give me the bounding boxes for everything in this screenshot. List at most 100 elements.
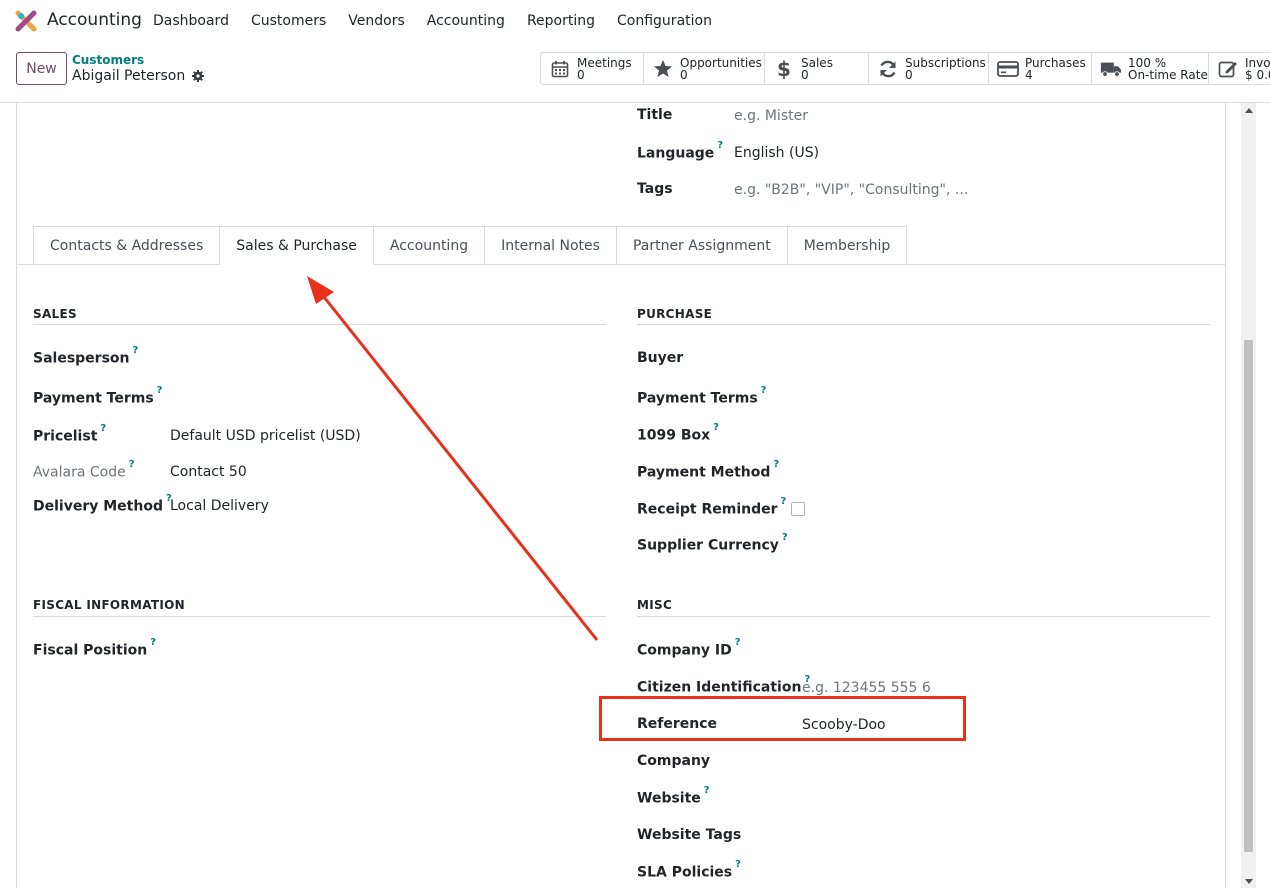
menu-accounting[interactable]: Accounting (416, 13, 516, 29)
scroll-up-arrow-icon[interactable] (1245, 108, 1253, 113)
delivery-method-select[interactable]: Local Delivery (170, 498, 269, 514)
help-icon[interactable]: ? (133, 345, 139, 356)
credit-card-icon (997, 58, 1019, 80)
menu-dashboard[interactable]: Dashboard (142, 13, 240, 29)
record-name: Abigail Peterson (72, 68, 186, 84)
tags-input[interactable]: e.g. "B2B", "VIP", "Consulting", ... (734, 182, 968, 198)
citizen-identification-label: Citizen Identification? (637, 674, 810, 696)
opportunities-button[interactable]: Opportunities 0 (644, 52, 765, 85)
citizen-identification-text: Citizen Identification (637, 679, 802, 696)
sla-policies-label: SLA Policies? (637, 859, 741, 881)
help-icon[interactable]: ? (100, 423, 106, 434)
fiscal-position-text: Fiscal Position (33, 642, 148, 659)
title-input[interactable]: e.g. Mister (734, 108, 808, 124)
help-icon[interactable]: ? (735, 637, 741, 648)
subscriptions-button[interactable]: Subscriptions 0 (869, 52, 989, 85)
top-navbar: Accounting Dashboard Customers Vendors A… (0, 0, 1270, 42)
delivery-method-label: Delivery Method? (33, 493, 172, 515)
tab-membership[interactable]: Membership (787, 226, 908, 265)
box-1099-label: 1099 Box? (637, 422, 719, 444)
on-time-rate-value: 100 % (1128, 55, 1167, 70)
breadcrumb-parent[interactable]: Customers (72, 53, 144, 67)
avalara-code-value: Contact 50 (170, 464, 247, 480)
pricelist-select[interactable]: Default USD pricelist (USD) (170, 428, 361, 444)
fiscal-position-label: Fiscal Position? (33, 637, 156, 659)
tab-internal-notes[interactable]: Internal Notes (485, 226, 617, 265)
pricelist-label-text: Pricelist (33, 428, 98, 445)
sales-label: Sales (801, 55, 833, 70)
title-label: Title (637, 107, 673, 123)
help-icon[interactable]: ? (761, 385, 767, 396)
receipt-reminder-text: Receipt Reminder (637, 501, 778, 518)
help-icon[interactable]: ? (713, 422, 719, 433)
help-icon[interactable]: ? (704, 785, 710, 796)
new-button[interactable]: New (16, 52, 67, 85)
receipt-reminder-checkbox[interactable] (791, 501, 806, 516)
language-select[interactable]: English (US) (734, 145, 819, 161)
truck-icon (1100, 58, 1122, 80)
fiscal-divider (33, 616, 606, 617)
meetings-count: 0 (577, 67, 585, 82)
pricelist-label: Pricelist? (33, 423, 106, 445)
help-icon[interactable]: ? (781, 496, 787, 507)
menu-vendors[interactable]: Vendors (337, 13, 415, 29)
tab-sales-purchase[interactable]: Sales & Purchase (220, 226, 374, 265)
help-icon[interactable]: ? (782, 532, 788, 543)
invoiced-amount: $ 0.00 (1245, 67, 1270, 82)
sales-count: 0 (801, 67, 809, 82)
supplier-currency-text: Supplier Currency (637, 537, 779, 554)
misc-section-title: MISC (637, 598, 673, 612)
citizen-identification-input[interactable]: e.g. 123455 555 6 (802, 680, 931, 696)
supplier-currency-label: Supplier Currency? (637, 532, 788, 554)
avalara-code-label: Avalara Code? (33, 459, 135, 481)
language-label-text: Language (637, 145, 715, 162)
notebook-tabs: Contacts & Addresses Sales & Purchase Ac… (33, 226, 908, 265)
tags-label: Tags (637, 181, 673, 197)
purchase-payment-terms-text: Payment Terms (637, 390, 758, 407)
help-icon[interactable]: ? (773, 459, 779, 470)
invoiced-label: Invoiced (1245, 55, 1270, 70)
on-time-rate-button[interactable]: 100 % On-time Rate (1092, 52, 1209, 85)
scrollbar-thumb[interactable] (1244, 340, 1253, 852)
help-icon[interactable]: ? (157, 385, 163, 396)
purchases-label: Purchases (1025, 55, 1086, 70)
language-label: Language? (637, 140, 723, 162)
menu-reporting[interactable]: Reporting (516, 13, 606, 29)
help-icon[interactable]: ? (717, 140, 723, 151)
menu-configuration[interactable]: Configuration (606, 13, 723, 29)
scroll-down-arrow-icon[interactable] (1245, 879, 1253, 884)
menu-customers[interactable]: Customers (240, 13, 337, 29)
help-icon[interactable]: ? (150, 637, 156, 648)
sla-policies-text: SLA Policies (637, 864, 733, 881)
meetings-button[interactable]: Meetings 0 (540, 52, 644, 85)
help-icon[interactable]: ? (129, 459, 135, 470)
fiscal-section-title: FISCAL INFORMATION (33, 598, 185, 612)
purchase-payment-terms-label: Payment Terms? (637, 385, 766, 407)
purchase-section-title: PURCHASE (637, 307, 713, 321)
sales-button[interactable]: $ Sales 0 (765, 52, 869, 85)
breadcrumb-current: Abigail Peterson (72, 68, 205, 84)
website-label: Website? (637, 785, 710, 807)
smart-buttons: Meetings 0 Opportunities 0 $ Sales 0 Subscr… (540, 52, 1270, 85)
buyer-label: Buyer (637, 350, 684, 366)
gear-icon[interactable] (192, 70, 205, 82)
tab-contacts-addresses[interactable]: Contacts & Addresses (33, 226, 221, 265)
box-1099-text: 1099 Box (637, 427, 711, 444)
help-icon[interactable]: ? (735, 859, 741, 870)
subscriptions-label: Subscriptions (905, 55, 986, 70)
salesperson-label-text: Salesperson (33, 350, 130, 367)
company-id-label: Company ID? (637, 637, 741, 659)
purchases-button[interactable]: Purchases 4 (989, 52, 1092, 85)
tab-partner-assignment[interactable]: Partner Assignment (616, 226, 788, 265)
invoiced-button[interactable]: Invoiced$ 0.00 (1209, 52, 1270, 85)
edit-icon (1217, 58, 1239, 80)
app-name[interactable]: Accounting (47, 10, 142, 30)
payment-method-text: Payment Method (637, 464, 771, 481)
website-tags-label: Website Tags (637, 827, 742, 843)
purchase-divider (637, 324, 1210, 325)
sales-divider (33, 324, 606, 325)
vertical-scrollbar[interactable] (1241, 103, 1256, 888)
tab-accounting[interactable]: Accounting (373, 226, 486, 265)
app-logo-icon[interactable] (15, 10, 37, 32)
salesperson-label: Salesperson? (33, 345, 138, 367)
